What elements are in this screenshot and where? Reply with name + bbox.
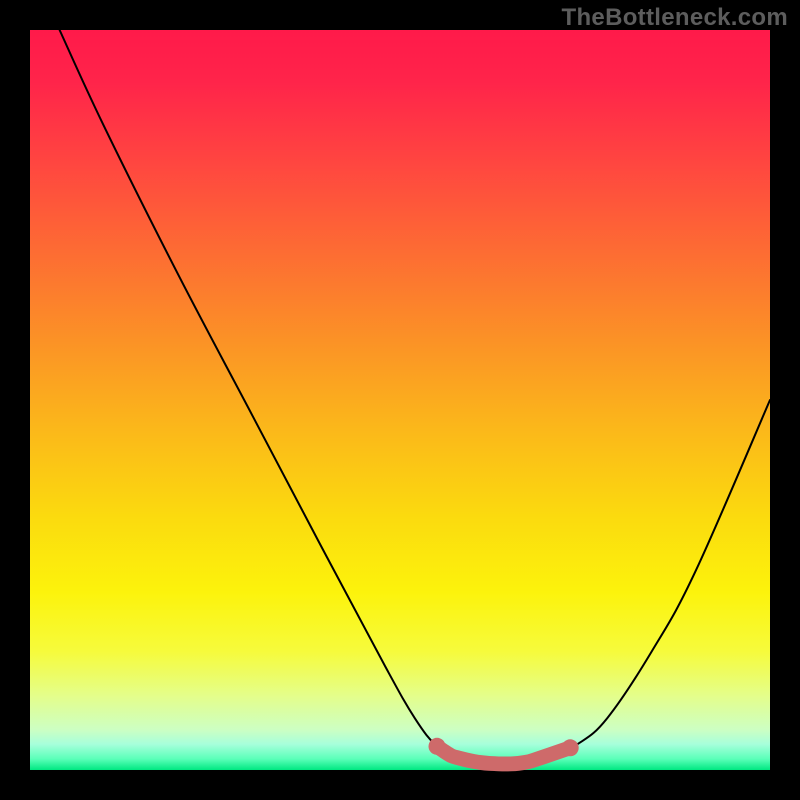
chart-container: TheBottleneck.com (0, 0, 800, 800)
bottleneck-chart (0, 0, 800, 800)
bottleneck-marker-end (428, 738, 445, 755)
plot-background (30, 30, 770, 770)
watermark-text: TheBottleneck.com (562, 4, 788, 32)
bottleneck-marker-end (562, 739, 579, 756)
